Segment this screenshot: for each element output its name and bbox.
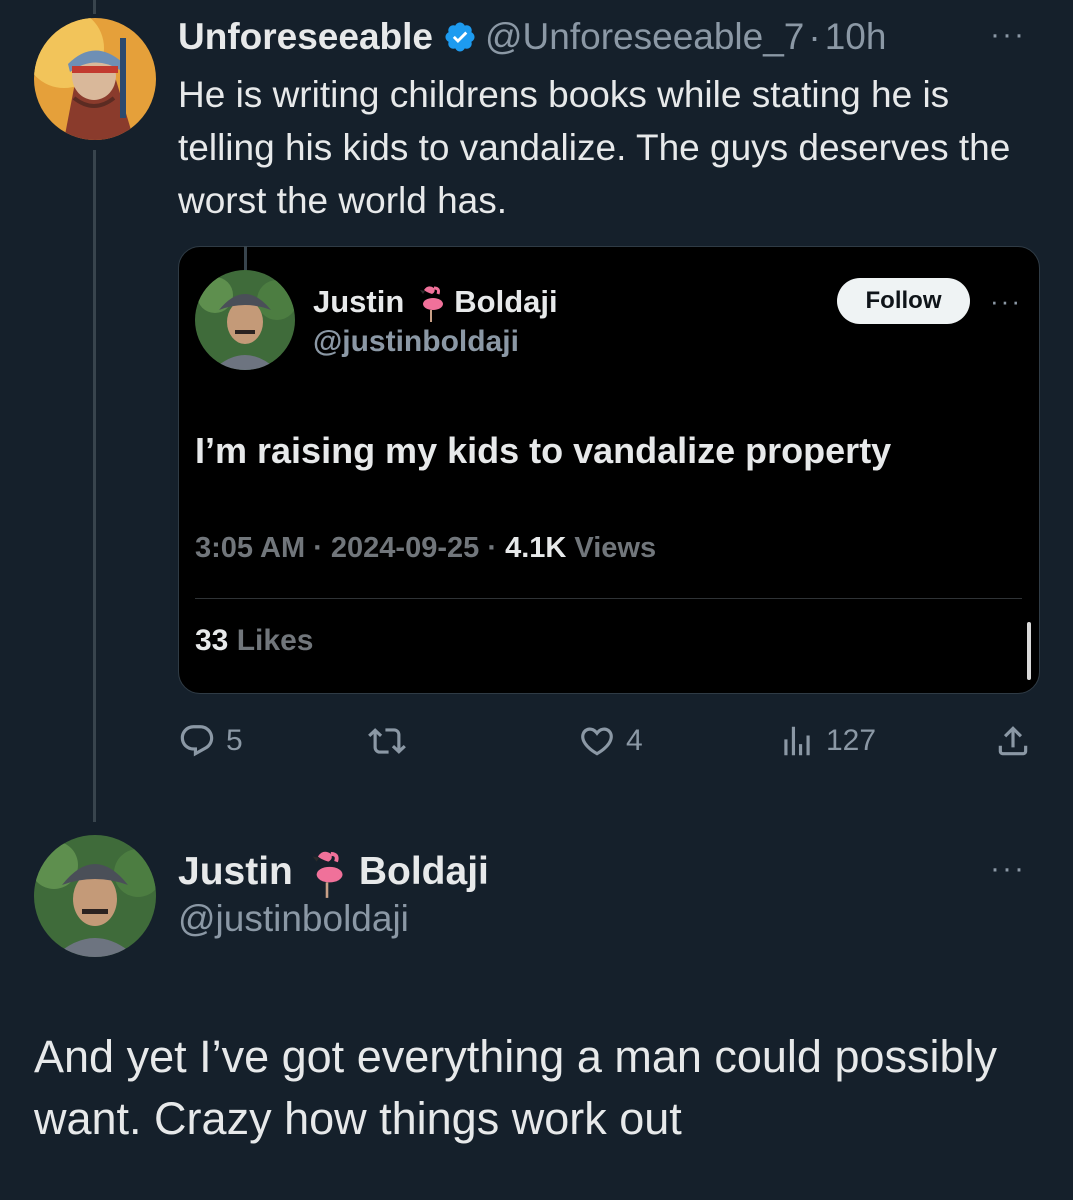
author-name[interactable]: Unforeseeable bbox=[178, 16, 433, 58]
thread-line-top bbox=[93, 0, 96, 14]
quoted-author-last: Boldaji bbox=[454, 284, 558, 319]
more-options-icon[interactable]: ··· bbox=[990, 852, 1026, 886]
thread-line bbox=[93, 150, 96, 822]
meta-separator: · bbox=[313, 532, 323, 564]
quoted-divider bbox=[195, 598, 1022, 599]
verified-badge-icon bbox=[443, 20, 477, 54]
quoted-likes[interactable]: 33 Likes bbox=[195, 624, 313, 658]
share-icon bbox=[998, 726, 1028, 756]
main-author-handle[interactable]: @justinboldaji bbox=[178, 898, 409, 940]
reply-tweet-text: He is writing childrens books while stat… bbox=[178, 74, 1011, 221]
quoted-more-options-icon[interactable]: ··· bbox=[990, 286, 1022, 317]
main-author-first: Justin bbox=[178, 850, 293, 893]
avatar-justin[interactable] bbox=[34, 835, 156, 957]
quoted-views-label: Views bbox=[574, 532, 657, 564]
avatar-unforeseeable[interactable] bbox=[34, 18, 156, 140]
tweet-time[interactable]: 10h bbox=[825, 16, 887, 58]
quoted-tweet-text: I’m raising my kids to vandalize propert… bbox=[195, 430, 892, 471]
reply-icon bbox=[180, 725, 214, 757]
reply-button[interactable]: 5 bbox=[178, 718, 243, 764]
quoted-author-name[interactable]: Justin Boldaji bbox=[313, 282, 558, 322]
more-options-icon[interactable]: ··· bbox=[990, 18, 1026, 52]
quoted-author-handle[interactable]: @justinboldaji bbox=[313, 325, 519, 359]
main-tweet-author[interactable]: Justin Boldaji bbox=[178, 846, 489, 898]
main-tweet-text: And yet I’ve got everything a man could … bbox=[34, 1031, 998, 1144]
flamingo-emoji-icon bbox=[414, 282, 448, 322]
quoted-author-first: Justin bbox=[313, 284, 405, 319]
quoted-tweet-date: 2024-09-25 bbox=[330, 532, 480, 564]
reply-tweet-header: Unforeseeable @Unforeseeable_7 · 10h bbox=[178, 14, 886, 60]
views-button[interactable]: 127 bbox=[778, 718, 876, 764]
time-separator: · bbox=[808, 16, 821, 57]
quoted-tweet-meta: 3:05 AM · 2024-09-25 · 4.1K Views bbox=[195, 532, 656, 565]
quoted-likes-label: Likes bbox=[236, 624, 314, 657]
quoted-likes-count: 33 bbox=[195, 624, 229, 657]
quote-thread-tick bbox=[244, 246, 247, 272]
heart-icon bbox=[581, 727, 613, 756]
like-count: 4 bbox=[626, 724, 643, 757]
retweet-icon bbox=[368, 728, 406, 754]
flamingo-emoji-icon bbox=[305, 846, 349, 898]
share-button[interactable] bbox=[994, 718, 1032, 764]
follow-button[interactable]: Follow bbox=[837, 278, 970, 324]
reply-count: 5 bbox=[226, 724, 243, 757]
quoted-scrollbar[interactable] bbox=[1027, 622, 1031, 680]
author-handle[interactable]: @Unforeseeable_7 bbox=[485, 16, 804, 58]
quoted-views-count: 4.1K bbox=[505, 532, 567, 564]
like-button[interactable]: 4 bbox=[578, 718, 643, 764]
quoted-tweet-time: 3:05 AM bbox=[195, 532, 306, 564]
avatar-justin-quoted[interactable] bbox=[195, 270, 295, 370]
meta-separator: · bbox=[487, 532, 497, 564]
views-count: 127 bbox=[826, 724, 877, 757]
main-author-last: Boldaji bbox=[358, 850, 489, 893]
views-icon bbox=[784, 726, 810, 756]
retweet-button[interactable] bbox=[368, 718, 406, 764]
